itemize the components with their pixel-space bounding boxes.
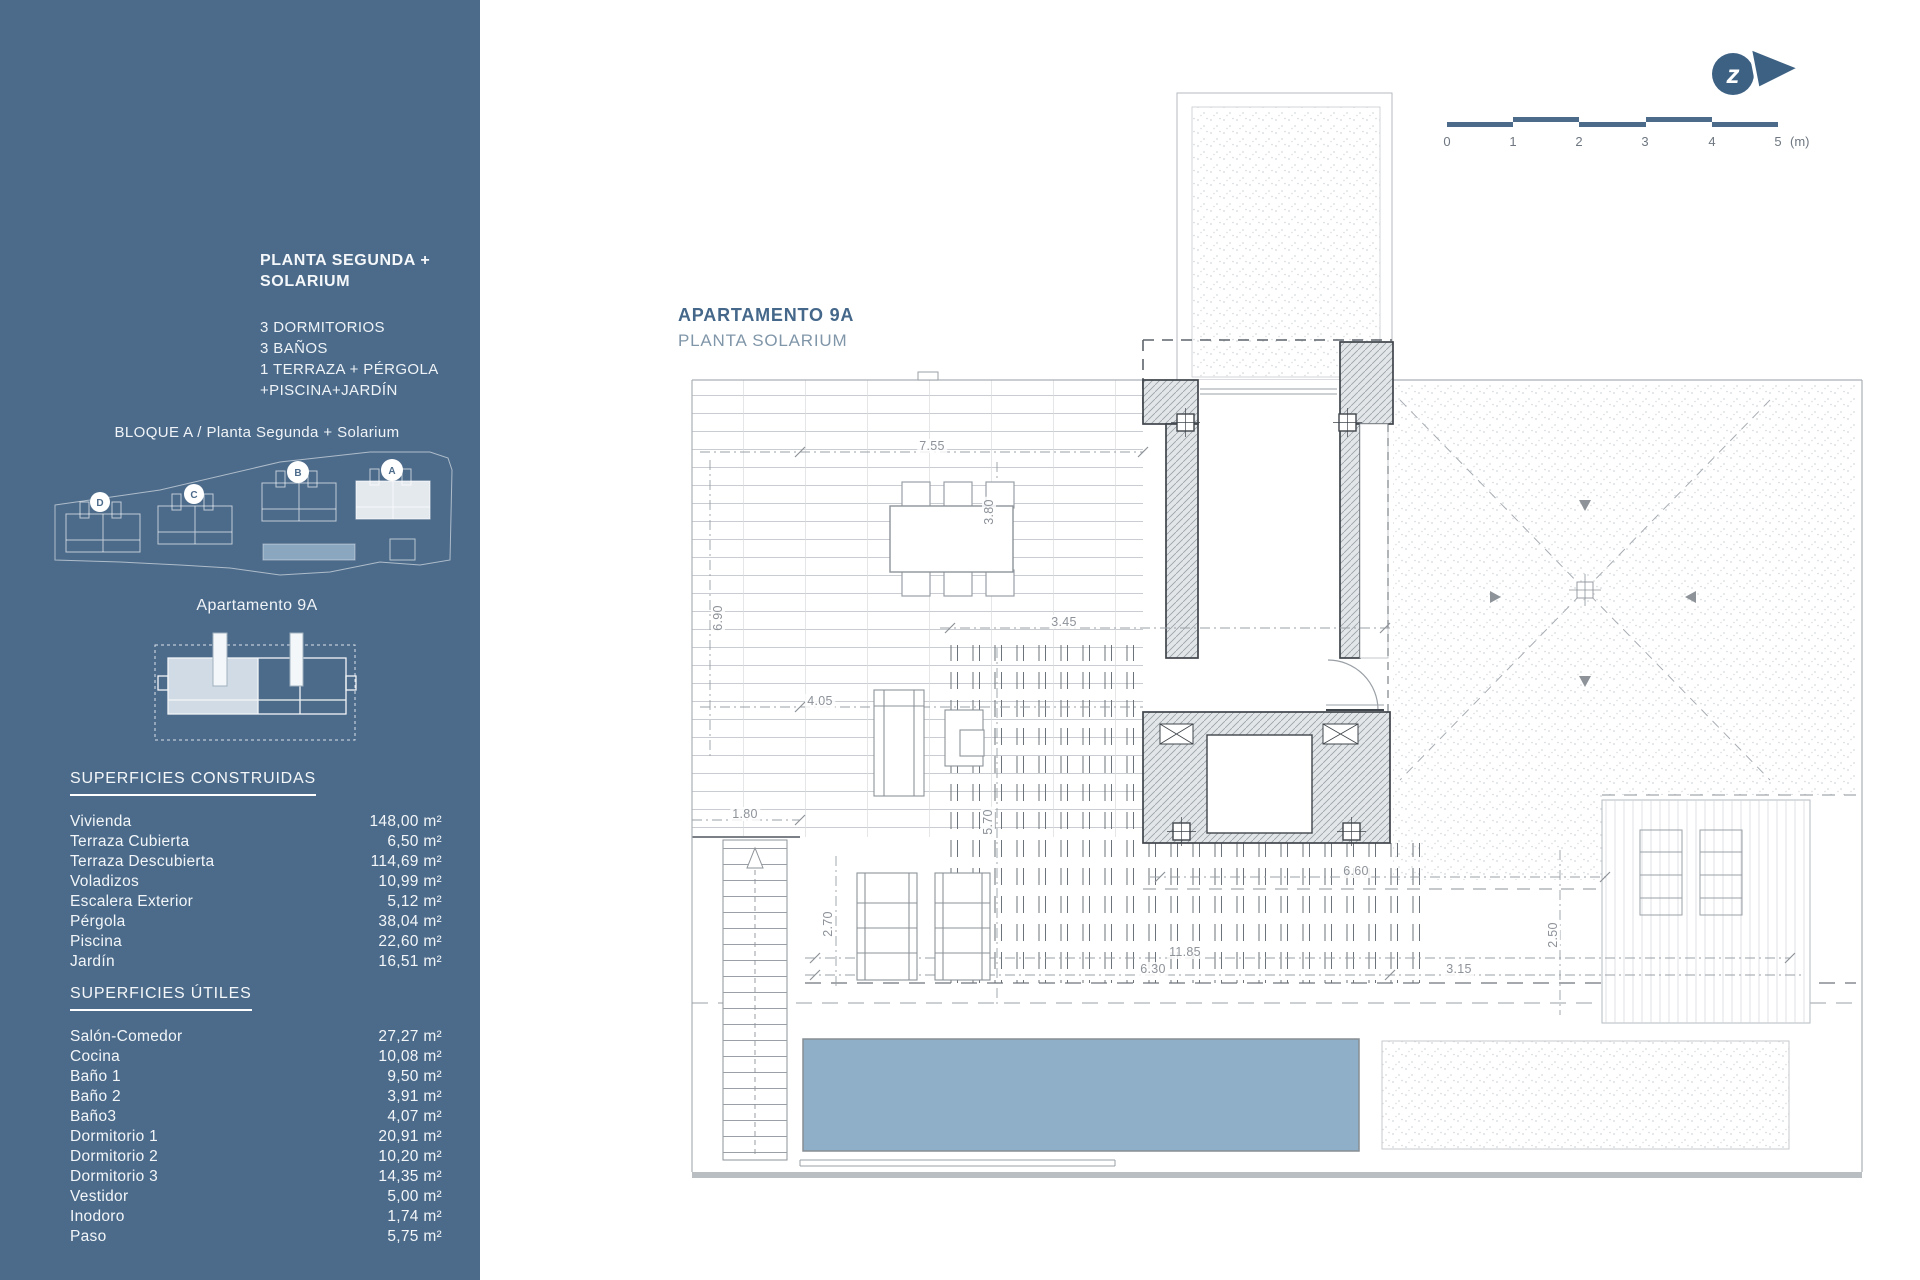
scale-tick: 5 <box>1774 134 1781 149</box>
block-a-badge: A <box>388 466 395 477</box>
table-row: Dormitorio 210,20 m² <box>70 1147 442 1167</box>
scale-bar: 0 1 2 3 4 5 (m) <box>1447 112 1793 160</box>
page: PLANTA SEGUNDA + SOLARIUM 3 DORMITORIOS … <box>0 0 1920 1280</box>
dim-label: 2.70 <box>821 909 835 939</box>
scale-bar-segments <box>1447 117 1778 127</box>
table-row: Dormitorio 120,91 m² <box>70 1127 442 1147</box>
apartment-label: Apartamento 9A <box>40 597 474 615</box>
dim-label: 1.80 <box>730 807 760 821</box>
dim-label: 6.60 <box>1341 864 1371 878</box>
stair-tower <box>1177 93 1392 380</box>
table-row: Piscina22,60 m² <box>70 932 442 952</box>
surfaces-built-title: SUPERFICIES CONSTRUIDAS <box>70 770 316 796</box>
unit-diagram <box>140 625 370 750</box>
table-row: Cocina10,08 m² <box>70 1047 442 1067</box>
core-walls <box>1143 340 1393 846</box>
block-c-badge: C <box>190 490 197 501</box>
table-row: Inodoro1,74 m² <box>70 1207 442 1227</box>
scale-tick: 4 <box>1708 134 1715 149</box>
pool <box>803 1039 1359 1151</box>
block-b-badge: B <box>294 468 301 479</box>
table-row: Vestidor5,00 m² <box>70 1187 442 1207</box>
siteplan-annex <box>390 539 415 560</box>
table-row: Terraza Descubierta114,69 m² <box>70 852 442 872</box>
brand-logo: z <box>1700 42 1810 102</box>
plan-level-heading: PLANTA SEGUNDA + SOLARIUM <box>260 250 430 292</box>
table-row: Dormitorio 314,35 m² <box>70 1167 442 1187</box>
surfaces-usable-title: SUPERFICIES ÚTILES <box>70 985 252 1011</box>
block-label: BLOQUE A / Planta Segunda + Solarium <box>40 424 474 441</box>
table-row: Baño 23,91 m² <box>70 1087 442 1107</box>
page-subtitle: PLANTA SOLARIUM <box>678 331 847 351</box>
feature-item: 3 DORMITORIOS <box>260 317 439 338</box>
feature-item: +PISCINA+JARDÍN <box>260 380 439 401</box>
feature-item: 3 BAÑOS <box>260 338 439 359</box>
surfaces-built-table: SUPERFICIES CONSTRUIDAS Vivienda148,00 m… <box>70 770 442 972</box>
skylight-void <box>1207 735 1312 833</box>
scale-tick: 3 <box>1641 134 1648 149</box>
table-row: Terraza Cubierta6,50 m² <box>70 832 442 852</box>
table-row: Vivienda148,00 m² <box>70 812 442 832</box>
dim-label: 5.70 <box>981 807 995 837</box>
dim-label: 6.90 <box>711 603 725 633</box>
table-row: Voladizos10,99 m² <box>70 872 442 892</box>
table-row: Pérgola38,04 m² <box>70 912 442 932</box>
scale-tick: 0 <box>1443 134 1450 149</box>
scale-tick: 2 <box>1575 134 1582 149</box>
table-row: Baño 19,50 m² <box>70 1067 442 1087</box>
table-row: Salón-Comedor27,27 m² <box>70 1027 442 1047</box>
feature-list: 3 DORMITORIOS 3 BAÑOS 1 TERRAZA + PÉRGOL… <box>260 317 439 401</box>
heading-line2: SOLARIUM <box>260 271 430 292</box>
dim-label: 3.15 <box>1444 962 1474 976</box>
table-row: Paso5,75 m² <box>70 1227 442 1247</box>
site-edge <box>692 1172 1862 1178</box>
surfaces-usable-table: SUPERFICIES ÚTILES Salón-Comedor27,27 m²… <box>70 985 442 1247</box>
dim-label: 4.05 <box>805 694 835 708</box>
heading-line1: PLANTA SEGUNDA + <box>260 250 430 271</box>
garden <box>1382 1041 1789 1149</box>
table-row: Baño34,07 m² <box>70 1107 442 1127</box>
block-d-badge: D <box>96 498 103 509</box>
table-row: Jardín16,51 m² <box>70 952 442 972</box>
dim-label: 7.55 <box>917 439 947 453</box>
solarium-deck <box>1602 800 1810 1023</box>
siteplan-pool <box>263 544 355 560</box>
sidebar: PLANTA SEGUNDA + SOLARIUM 3 DORMITORIOS … <box>0 0 480 1280</box>
scale-unit: (m) <box>1790 134 1810 149</box>
exterior-stair <box>723 840 787 1160</box>
logo-flag-icon <box>1750 48 1800 89</box>
siteplan-minimap: D C B A <box>0 440 480 590</box>
feature-item: 1 TERRAZA + PÉRGOLA <box>260 359 439 380</box>
dim-label: 3.80 <box>982 497 996 527</box>
page-title: APARTAMENTO 9A <box>678 305 854 326</box>
dim-label: 3.45 <box>1049 615 1079 629</box>
svg-text:z: z <box>1726 59 1740 89</box>
table-row: Escalera Exterior5,12 m² <box>70 892 442 912</box>
dim-label: 2.50 <box>1546 920 1560 950</box>
scale-tick: 1 <box>1509 134 1516 149</box>
dim-label: 11.85 <box>1167 945 1203 959</box>
dim-label: 6.30 <box>1138 962 1168 976</box>
